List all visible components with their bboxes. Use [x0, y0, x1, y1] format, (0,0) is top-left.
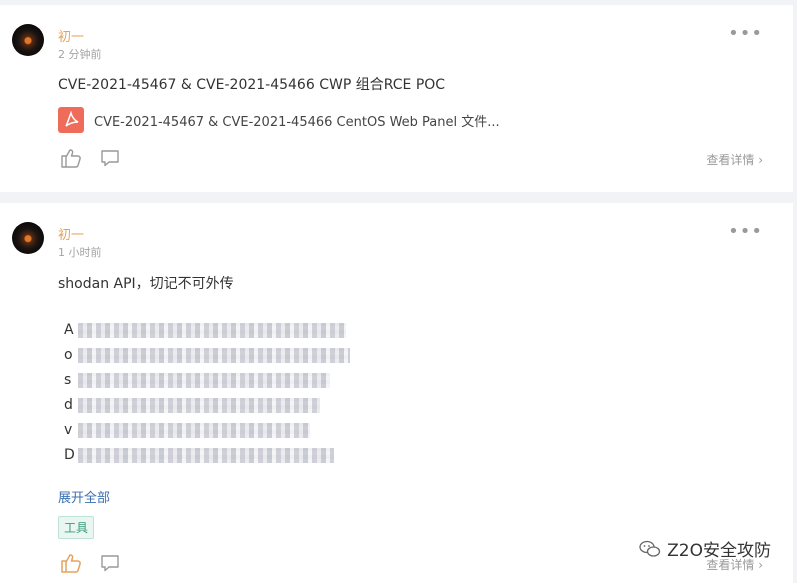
author-name[interactable]: 初一: [58, 224, 84, 243]
pixelated-text: [78, 348, 350, 363]
watermark: Z2O安全攻防: [639, 536, 771, 561]
view-details-label: 查看详情: [706, 153, 755, 167]
redacted-line-start: v: [64, 422, 73, 438]
chevron-right-icon: ›: [758, 153, 763, 167]
view-details-link[interactable]: 查看详情 ›: [706, 151, 763, 168]
pixelated-text: [78, 423, 310, 438]
post-card: 初一 1 小时前 ••• shodan API，切记不可外传 A o s d v…: [0, 203, 793, 583]
redacted-line-start: A: [64, 322, 74, 338]
comment-icon[interactable]: [100, 554, 120, 576]
post-time: 2 分钟前: [58, 48, 102, 61]
redacted-line-start: D: [64, 447, 75, 463]
pixelated-text: [78, 448, 334, 463]
post-title: shodan API，切记不可外传: [58, 276, 234, 292]
expand-all-link[interactable]: 展开全部: [58, 487, 110, 506]
like-icon[interactable]: [60, 148, 82, 172]
avatar[interactable]: [12, 222, 44, 254]
redacted-line-start: o: [64, 347, 73, 363]
pixelated-text: [78, 323, 346, 338]
pixelated-text: [78, 373, 330, 388]
more-options-icon[interactable]: •••: [728, 221, 763, 242]
redacted-line-start: s: [64, 372, 72, 388]
author-name[interactable]: 初一: [58, 26, 84, 45]
post-time: 1 小时前: [58, 246, 102, 259]
more-options-icon[interactable]: •••: [728, 23, 763, 44]
like-icon[interactable]: [60, 553, 82, 577]
watermark-text: Z2O安全攻防: [667, 541, 771, 561]
pdf-file-icon: [58, 107, 84, 133]
post-title: CVE-2021-45467 & CVE-2021-45466 CWP 组合RC…: [58, 77, 446, 93]
avatar[interactable]: [12, 24, 44, 56]
post-card: 初一 2 分钟前 ••• CVE-2021-45467 & CVE-2021-4…: [0, 5, 793, 192]
comment-icon[interactable]: [100, 149, 120, 171]
file-name: CVE-2021-45467 & CVE-2021-45466 CentOS W…: [94, 114, 500, 130]
pixelated-text: [78, 398, 320, 413]
file-attachment[interactable]: CVE-2021-45467 & CVE-2021-45466 CentOS W…: [58, 107, 500, 133]
topic-tag[interactable]: 工具: [58, 516, 95, 539]
wechat-icon: [639, 540, 661, 557]
redacted-line-start: d: [64, 397, 73, 413]
